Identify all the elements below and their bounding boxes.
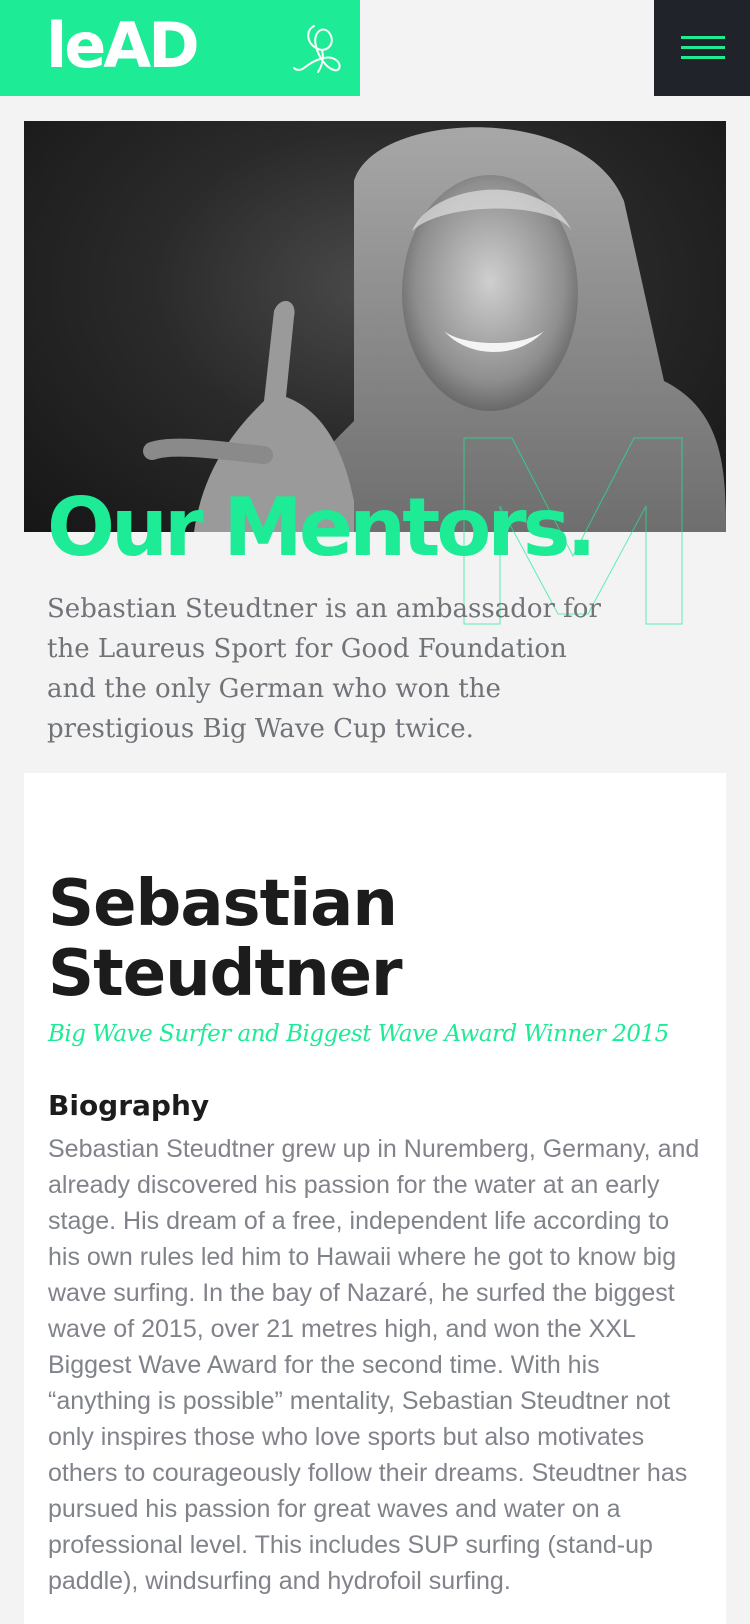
mentor-name: Sebastian Steudtner (48, 867, 403, 1011)
page-title: Our Mentors. (47, 481, 597, 574)
hero-description: Sebastian Steudtner is an ambassador for… (47, 594, 601, 744)
mentor-role: Big Wave Surfer and Biggest Wave Award W… (48, 1021, 669, 1047)
biography-heading: Biography (48, 1089, 210, 1122)
mentor-card: Sebastian Steudtner Big Wave Surfer and … (24, 773, 726, 1624)
menu-button[interactable] (654, 0, 750, 96)
biography-text: Sebastian Steudtner grew up in Nuremberg… (48, 1135, 700, 1595)
logo-link[interactable]: leAD (46, 10, 200, 82)
hamburger-menu-icon (681, 36, 725, 39)
signature-icon (292, 20, 348, 76)
brand-header: leAD (0, 0, 360, 96)
